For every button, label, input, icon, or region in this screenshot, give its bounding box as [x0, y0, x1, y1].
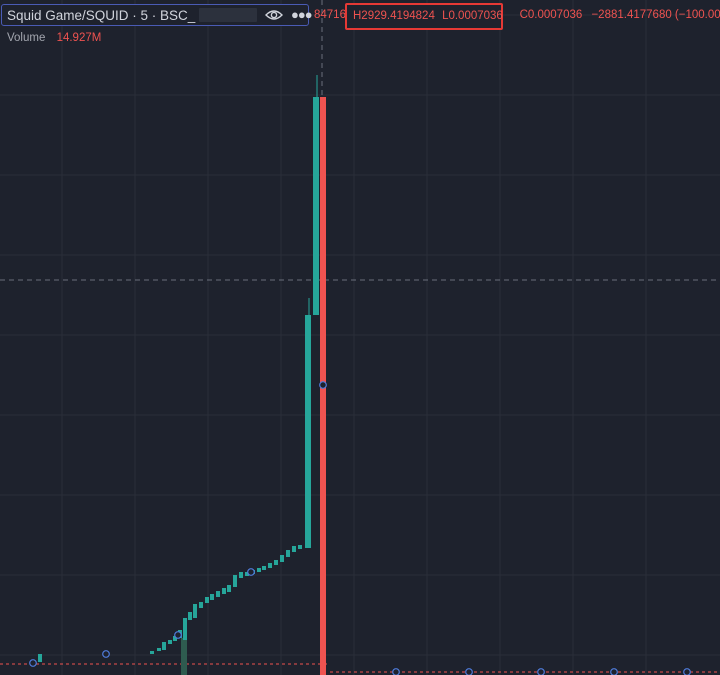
candle	[150, 651, 154, 654]
candle	[233, 575, 237, 587]
marker	[174, 631, 182, 639]
symbol-name: Squid Game/SQUID · 5 · BSC_	[7, 7, 196, 23]
price-chart[interactable]	[0, 0, 720, 675]
candle	[227, 585, 231, 592]
candle	[274, 560, 278, 565]
candle	[205, 597, 209, 603]
high-value: H2929.4194824	[353, 10, 435, 22]
more-icon[interactable]: ●●●	[291, 7, 313, 22]
candle	[313, 97, 319, 315]
volume-bar	[181, 638, 187, 675]
candle	[210, 594, 214, 600]
redacted-text	[199, 8, 258, 22]
symbol-legend[interactable]: Squid Game/SQUID · 5 · BSC_ ●●●	[1, 4, 313, 26]
candle	[183, 618, 187, 640]
candle	[257, 568, 261, 572]
highlight-box: H2929.4194824 L0.0007036	[345, 3, 503, 30]
volume-label: Volume	[7, 32, 46, 44]
candle	[222, 588, 226, 594]
marker	[102, 650, 110, 658]
marker	[29, 659, 37, 667]
candle	[239, 572, 243, 578]
candle	[268, 563, 272, 568]
marker	[465, 668, 473, 675]
candle	[38, 654, 42, 662]
candle	[216, 591, 220, 597]
low-value: L0.0007036	[442, 10, 503, 22]
marker	[247, 568, 255, 576]
marker	[392, 668, 400, 675]
candle	[199, 602, 203, 608]
marker	[610, 668, 618, 675]
candles	[38, 75, 326, 675]
close-value: C0.0007036	[519, 9, 583, 21]
markers	[29, 381, 691, 675]
candle	[188, 612, 192, 620]
candle	[298, 545, 302, 549]
volume-legend: Volume 14.927M	[7, 32, 101, 44]
change-value: −2881.4177680 (−100.00%)	[591, 9, 720, 21]
volume-value: 14.927M	[56, 32, 102, 44]
eye-icon[interactable]	[265, 8, 283, 22]
candle	[292, 546, 296, 552]
marker	[537, 668, 545, 675]
candle	[162, 642, 166, 650]
marker	[319, 381, 327, 389]
marker	[683, 668, 691, 675]
candle	[286, 550, 290, 557]
candle	[168, 640, 172, 644]
candle	[262, 566, 266, 570]
candle	[157, 648, 161, 651]
open-fragment: 84716	[314, 9, 346, 21]
candle	[305, 315, 311, 548]
grid-lines	[0, 0, 720, 675]
candle	[193, 604, 197, 618]
candle	[280, 555, 284, 562]
